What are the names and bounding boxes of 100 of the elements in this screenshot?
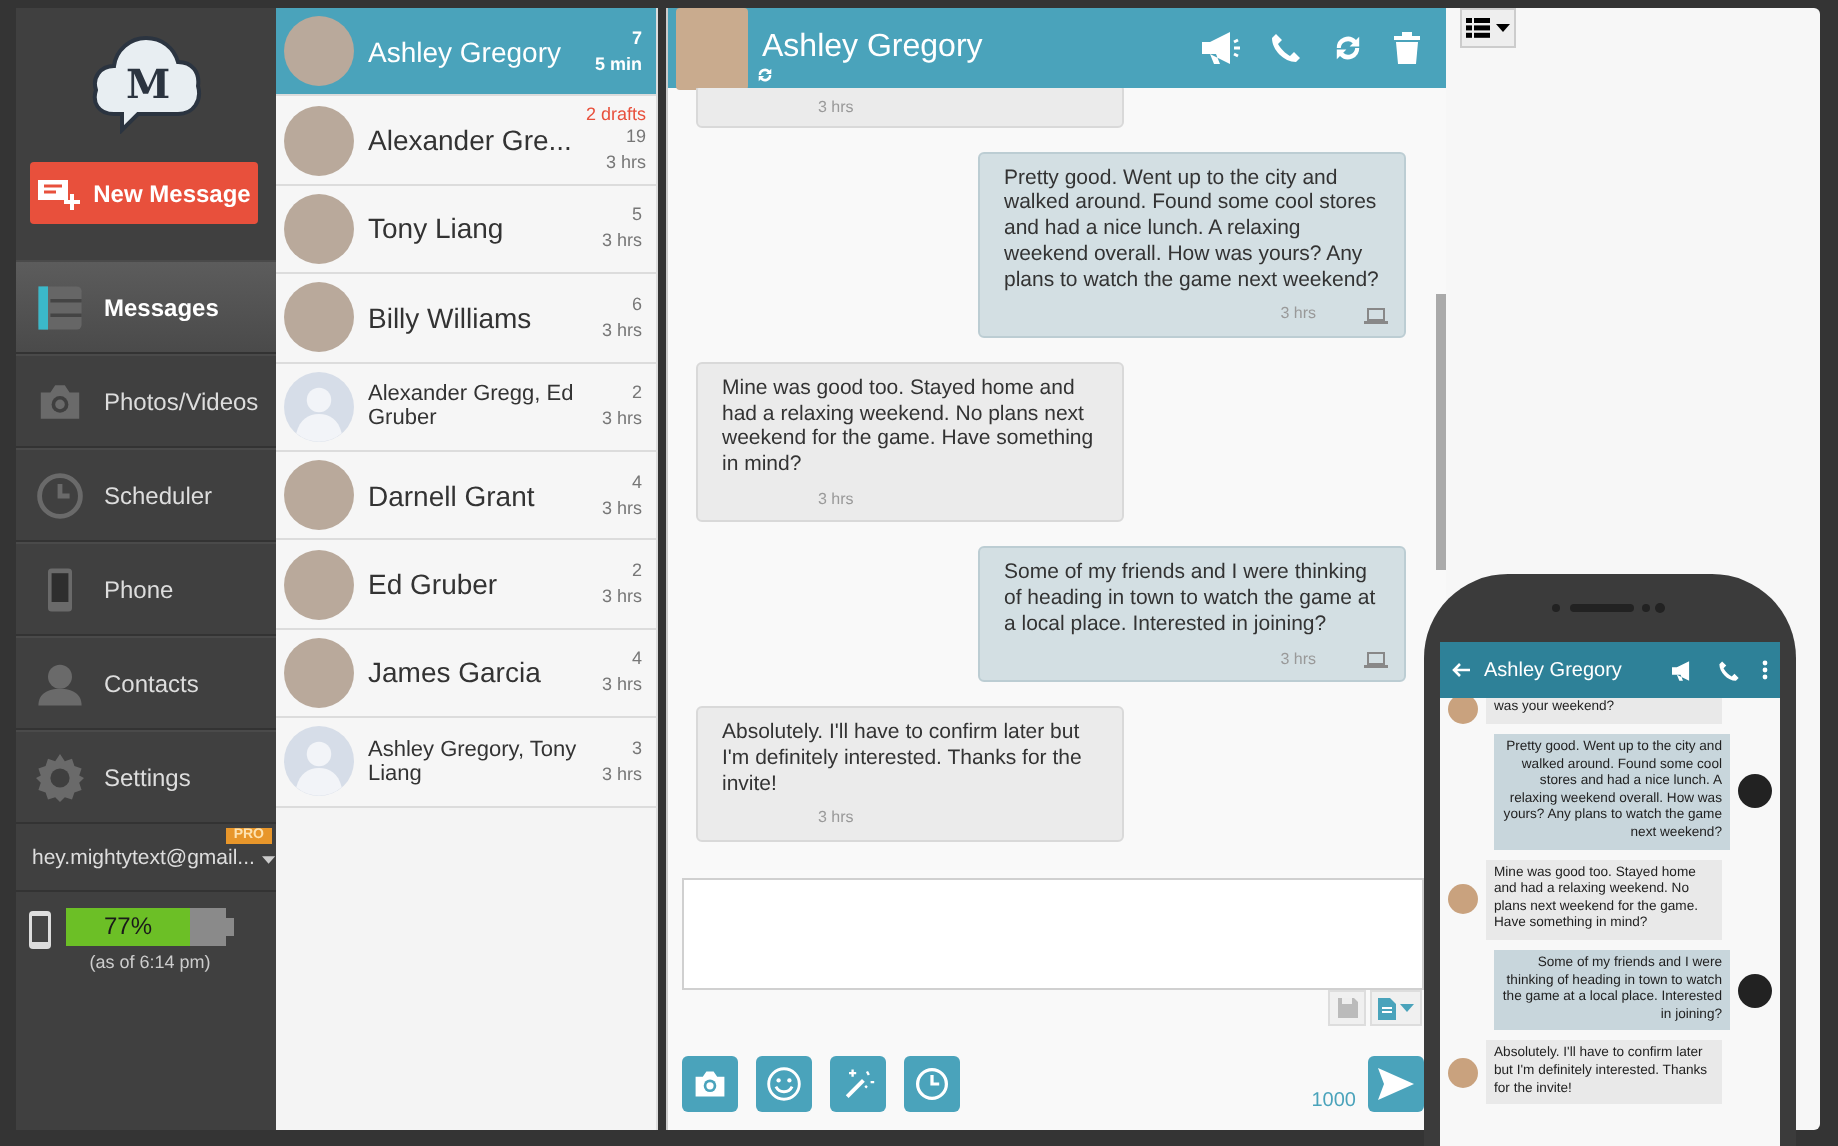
- nav-item[interactable]: Messages: [16, 260, 276, 354]
- person-silhouette-avatar: [284, 726, 354, 797]
- battery-percent: 77%: [101, 910, 155, 944]
- trash-icon[interactable]: [1394, 32, 1420, 64]
- photo-button[interactable]: [682, 1056, 738, 1112]
- message-time: 3 hrs: [601, 228, 642, 255]
- message-time: 3 hrs: [601, 406, 642, 433]
- scrollbar[interactable]: [1436, 294, 1446, 570]
- message-input-field[interactable]: [682, 878, 1424, 990]
- message-time: 3 hrs: [605, 149, 646, 176]
- message-time: 3 hrs: [601, 317, 642, 344]
- laptop-icon: [1364, 307, 1388, 324]
- avatar-photo: [284, 637, 354, 708]
- back-arrow-icon[interactable]: [1452, 662, 1470, 678]
- avatar-photo: [284, 549, 354, 620]
- contact-name: Alexander Gregg, Ed Gruber: [368, 382, 576, 431]
- message-time: 3 hrs: [818, 806, 854, 831]
- avatar-photo: [1448, 884, 1478, 915]
- message-text: Absolutely. I'll have to confirm later but I'm definitely interested. Thanks for the invite!: [722, 720, 1084, 797]
- message-text: Pretty good. Went up to the city and walked around. Found some cool stores and had a nice lunch. A relaxing weekend overall. How was yours? Any plans to watch the game next weekend?: [1004, 165, 1381, 293]
- gear-icon: [36, 753, 84, 801]
- avatar-photo: [1448, 1057, 1478, 1088]
- message-count: 6: [631, 291, 642, 318]
- message-count: 4: [631, 646, 642, 673]
- message-time: 3 hrs: [818, 96, 854, 120]
- sync-icon[interactable]: [756, 66, 774, 84]
- contact-name: Ashley Gregory: [368, 35, 563, 68]
- save-draft-button[interactable]: [1328, 990, 1366, 1026]
- message-time: 3 hrs: [818, 487, 854, 512]
- megaphone-icon[interactable]: [1200, 30, 1240, 66]
- phone-chat-title: Ashley Gregory: [1484, 659, 1624, 681]
- camera-icon: [692, 1066, 728, 1102]
- message-count: 2: [631, 380, 642, 407]
- magic-wand-icon: [840, 1066, 876, 1102]
- avatar-photo: [1738, 774, 1772, 809]
- avatar-photo: [284, 16, 354, 87]
- contact-name: Ashley Gregory, Tony Liang: [368, 737, 579, 786]
- message-time: 5 min: [594, 51, 642, 78]
- message-count: 5: [631, 202, 642, 229]
- battery-time: (as of 6:14 pm): [89, 952, 211, 972]
- caret-icon: [1400, 1004, 1414, 1012]
- caret-icon[interactable]: [262, 856, 276, 864]
- logo-letter: M: [126, 64, 171, 104]
- refresh-icon[interactable]: [1332, 32, 1364, 64]
- conversation-row[interactable]: Alexander Gregg, Ed Gruber 2 3 hrs: [276, 363, 656, 452]
- compose-icon: [37, 177, 82, 209]
- nav-item[interactable]: Contacts: [16, 636, 276, 730]
- more-icon[interactable]: [1762, 660, 1768, 680]
- message-time: 3 hrs: [601, 495, 642, 522]
- message-text: Some of my friends and I were thinking of heading in town to watch the game at a local place. Interested in joining?: [1004, 560, 1378, 638]
- message-count: 4: [631, 469, 642, 496]
- nav-item[interactable]: Phone: [16, 542, 276, 636]
- contact-name: Ed Gruber: [368, 568, 500, 601]
- contact-name: Tony Liang: [368, 212, 506, 245]
- emoji-button[interactable]: [756, 1056, 812, 1112]
- avatar-photo: [284, 105, 354, 176]
- contact-name: Billy Williams: [368, 301, 534, 334]
- message-count: 19: [625, 123, 646, 150]
- nav-item[interactable]: Settings: [16, 730, 276, 824]
- phone-call-icon[interactable]: [1718, 659, 1740, 681]
- view-toggle-button[interactable]: [1460, 8, 1516, 48]
- smiley-icon: [766, 1066, 802, 1102]
- drafts-label: 2 drafts: [585, 105, 646, 124]
- phone-icon: [28, 910, 52, 950]
- account-email[interactable]: hey.mightytext@gmail...: [32, 845, 255, 869]
- schedule-button[interactable]: [904, 1056, 960, 1112]
- message-count: 2: [631, 558, 642, 585]
- message-time: 3 hrs: [601, 672, 642, 699]
- contact-name: James Garcia: [368, 656, 543, 689]
- avatar-photo: [1448, 698, 1478, 724]
- message-time: 3 hrs: [601, 761, 642, 788]
- avatar-photo: [284, 460, 354, 531]
- message-text: Mine was good too. Stayed home and had a relaxing weekend. No plans next weekend for the game. Have something in mind?: [722, 375, 1096, 478]
- message-time: 3 hrs: [1280, 647, 1316, 672]
- document-icon: [1378, 997, 1396, 1019]
- speaker-icon: [1550, 602, 1670, 614]
- character-counter: 1000: [1311, 1090, 1356, 1112]
- magic-wand-button[interactable]: [830, 1056, 886, 1112]
- nav-item[interactable]: Photos/Videos: [16, 354, 276, 448]
- avatar-photo: [1738, 973, 1772, 1008]
- message-time: 3 hrs: [1280, 302, 1316, 327]
- template-button[interactable]: [1370, 990, 1422, 1026]
- laptop-icon: [1364, 651, 1388, 668]
- phone-call-icon[interactable]: [1270, 32, 1302, 64]
- send-button[interactable]: [1368, 1056, 1424, 1112]
- avatar-photo: [284, 282, 354, 353]
- nav-item[interactable]: Scheduler: [16, 448, 276, 542]
- contact-name: Darnell Grant: [368, 479, 537, 512]
- list-icon: [36, 283, 84, 331]
- person-silhouette-avatar: [284, 371, 354, 442]
- list-icon: [1466, 18, 1490, 38]
- caret-icon: [1496, 24, 1510, 32]
- message-time: 3 hrs: [601, 584, 642, 611]
- avatar-photo: [284, 193, 354, 264]
- person-icon: [36, 659, 84, 707]
- message-count: 3: [631, 735, 642, 762]
- conversation-row[interactable]: James Garcia 4 3 hrs: [276, 629, 656, 719]
- contact-name: Alexander Gre...: [368, 124, 572, 157]
- new-message-button[interactable]: New Message: [30, 162, 258, 224]
- clock-icon: [914, 1066, 950, 1102]
